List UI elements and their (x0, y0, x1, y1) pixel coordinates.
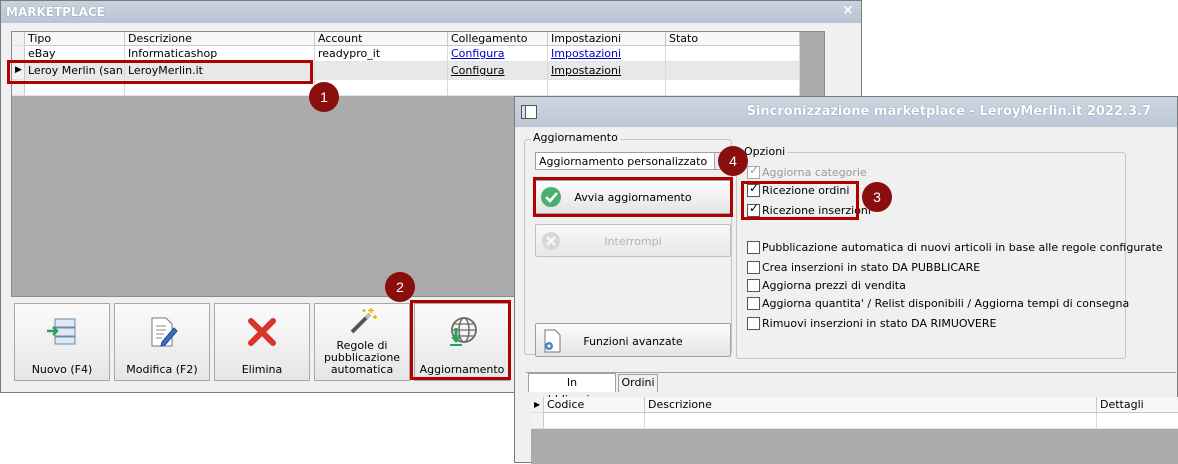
highlight-ricezione-options (741, 181, 859, 220)
cell-empty[interactable] (645, 413, 1097, 429)
configura-link[interactable]: Configura (451, 47, 505, 60)
option-label: Pubblicazione automatica di nuovi artico… (762, 241, 1163, 254)
tab-in-pubblicazione[interactable]: In pubblicazione (528, 373, 616, 406)
callout-4: 4 (718, 146, 748, 176)
cell-account[interactable] (315, 62, 448, 80)
option-label: Aggiorna categorie (762, 166, 867, 179)
callout-1: 1 (309, 82, 339, 112)
column-header-descrizione[interactable]: Descrizione (125, 32, 315, 46)
funzioni-label: Funzioni avanzate (583, 335, 683, 348)
cell-account[interactable]: readypro_it (315, 46, 448, 62)
aggiornamento-group-label: Aggiornamento (531, 131, 620, 144)
option-label: Aggiorna prezzi di vendita (762, 279, 906, 292)
tab-strip-line (526, 372, 1176, 373)
option-label: Crea inserzioni in stato DA PUBBLICARE (762, 261, 981, 274)
cell-stato[interactable] (666, 62, 800, 80)
column-header-codice[interactable]: Codice (544, 397, 645, 413)
marketplace-title: MARKETPLACE (1, 1, 861, 23)
cell-empty[interactable] (1097, 413, 1178, 429)
tab-ordini[interactable]: Ordini (618, 374, 658, 392)
option-label: Aggiorna quantita' / Relist disponibili … (762, 297, 1130, 310)
sync-dialog-title: Sincronizzazione marketplace - LeroyMerl… (515, 97, 1177, 127)
configura-link[interactable]: Configura (451, 64, 505, 77)
row-header-corner: ▶ (531, 397, 544, 413)
update-mode-value: Aggiornamento personalizzato (539, 155, 708, 168)
option-checkbox[interactable] (747, 317, 760, 330)
highlight-avvia-button (533, 177, 733, 217)
delete-x-icon (246, 316, 278, 351)
magic-wand-icon (346, 306, 378, 339)
row-header-corner (12, 32, 25, 46)
nuovo-label: Nuovo (F4) (31, 363, 93, 376)
cell-empty[interactable] (548, 80, 666, 96)
option-checkbox[interactable] (747, 279, 760, 292)
cell-stato[interactable] (666, 46, 800, 62)
column-header-stato[interactable]: Stato (666, 32, 800, 46)
elimina-label: Elimina (241, 363, 283, 376)
update-mode-select[interactable]: Aggiornamento personalizzato ▼ (535, 152, 730, 170)
items-grid: ▶ Codice Descrizione Dettagli (531, 397, 1178, 464)
cell-empty[interactable] (448, 80, 548, 96)
close-icon[interactable]: × (841, 4, 855, 18)
impostazioni-link[interactable]: Impostazioni (551, 64, 621, 77)
cell-empty[interactable] (666, 80, 800, 96)
row-header[interactable] (531, 413, 544, 429)
regole-label: Regole di pubblicazione automatica (323, 339, 401, 376)
modifica-label: Modifica (F2) (126, 363, 198, 376)
option-checkbox[interactable]: ✓ (747, 163, 760, 179)
opzioni-group-label: Opzioni (742, 145, 788, 158)
option-checkbox[interactable] (747, 241, 760, 254)
interrompi-label: Interrompi (604, 235, 662, 248)
cell-empty[interactable] (544, 413, 645, 429)
callout-3: 3 (862, 182, 892, 212)
funzioni-avanzate-button[interactable]: Funzioni avanzate (535, 323, 731, 357)
window-icon (521, 105, 537, 122)
new-record-icon (45, 316, 79, 349)
nuovo-button[interactable]: Nuovo (F4) (14, 303, 110, 381)
option-label: Rimuovi inserzioni in stato DA RIMUOVERE (762, 317, 997, 330)
cell-collegamento[interactable]: Configura (448, 46, 548, 62)
items-grid-body: ▶ Codice Descrizione Dettagli (531, 397, 1178, 429)
cell-impostazioni[interactable]: Impostazioni (548, 62, 666, 80)
callout-2: 2 (385, 272, 415, 302)
column-header-dettagli[interactable]: Dettagli (1097, 397, 1178, 413)
impostazioni-link[interactable]: Impostazioni (551, 47, 621, 60)
cell-impostazioni[interactable]: Impostazioni (548, 46, 666, 62)
highlight-aggiornamento-button (410, 300, 511, 380)
column-header-impostazioni[interactable]: Impostazioni (548, 32, 666, 46)
interrompi-button[interactable]: Interrompi (535, 224, 731, 257)
column-header-tipo[interactable]: Tipo (25, 32, 125, 46)
regole-button[interactable]: Regole di pubblicazione automatica (314, 303, 410, 381)
modifica-button[interactable]: Modifica (F2) (114, 303, 210, 381)
elimina-button[interactable]: Elimina (214, 303, 310, 381)
row-pointer-icon: ▶ (534, 400, 541, 409)
edit-document-icon (146, 316, 178, 351)
column-header-descrizione[interactable]: Descrizione (645, 397, 1097, 413)
option-checkbox[interactable] (747, 261, 760, 274)
option-checkbox[interactable] (747, 297, 760, 310)
column-header-account[interactable]: Account (315, 32, 448, 46)
column-header-collegamento[interactable]: Collegamento (448, 32, 548, 46)
checkmark-icon: ✓ (749, 163, 760, 177)
highlight-leroy-row (7, 60, 313, 84)
cell-collegamento[interactable]: Configura (448, 62, 548, 80)
sync-dialog: Sincronizzazione marketplace - LeroyMerl… (514, 96, 1178, 464)
